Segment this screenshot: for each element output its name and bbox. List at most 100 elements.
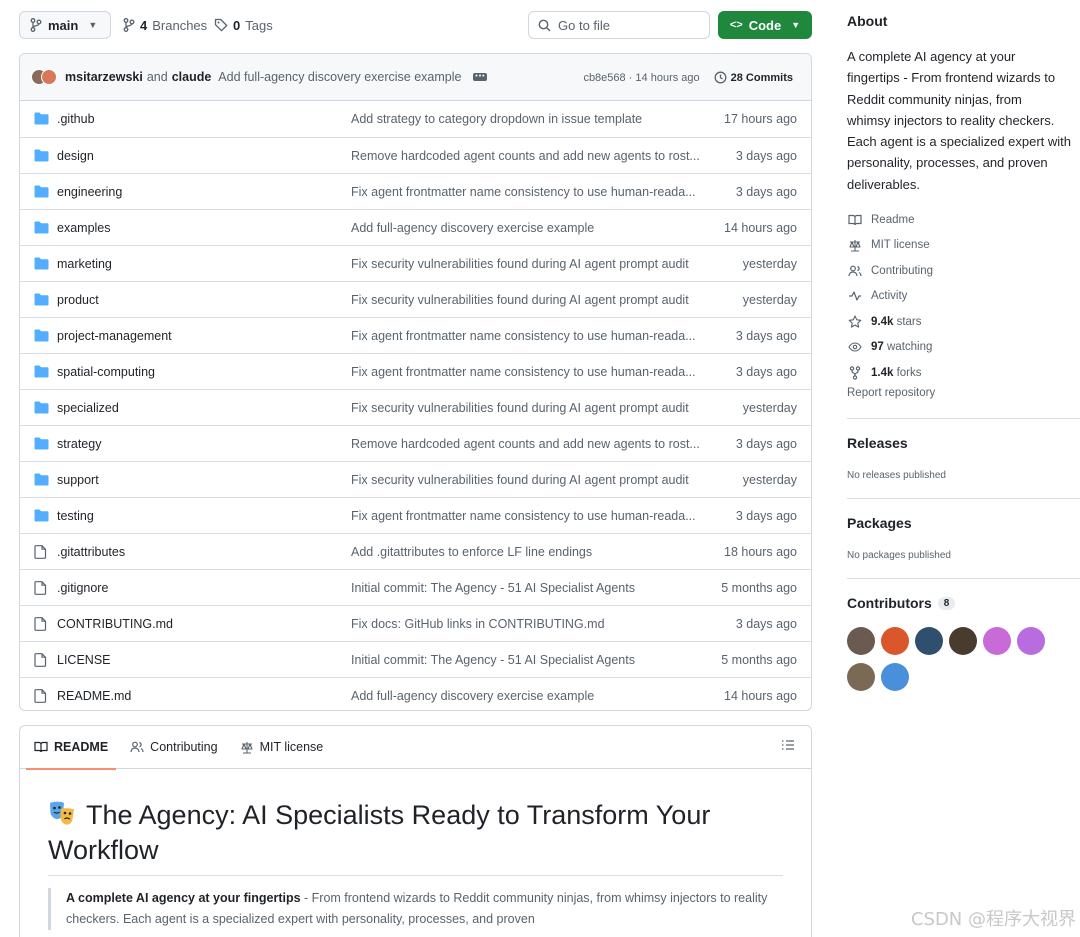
go-to-file-input[interactable]: Go to file xyxy=(528,11,710,39)
file-commit-time: 3 days ago xyxy=(735,184,797,199)
file-commit-message[interactable]: Fix security vulnerabilities found durin… xyxy=(351,401,689,415)
file-commit-message[interactable]: Fix security vulnerabilities found durin… xyxy=(351,257,689,271)
file-icon xyxy=(34,545,47,562)
table-row[interactable]: README.md Add full-agency discovery exerc… xyxy=(20,677,811,710)
contributing-link[interactable]: Contributing xyxy=(847,258,933,284)
commits-link[interactable]: 28 Commits xyxy=(714,71,793,84)
file-name[interactable]: .gitattributes xyxy=(57,545,125,559)
branch-icon xyxy=(30,18,42,32)
file-commit-message[interactable]: Initial commit: The Agency - 51 AI Speci… xyxy=(351,581,635,595)
file-name[interactable]: LICENSE xyxy=(57,653,111,667)
file-commit-message[interactable]: Fix security vulnerabilities found durin… xyxy=(351,473,689,487)
file-name[interactable]: CONTRIBUTING.md xyxy=(57,617,173,631)
file-commit-message[interactable]: Fix security vulnerabilities found durin… xyxy=(351,293,689,307)
file-name[interactable]: examples xyxy=(57,221,111,235)
file-name[interactable]: strategy xyxy=(57,437,101,451)
packages-heading[interactable]: Packages xyxy=(847,515,912,531)
contributor-avatar[interactable] xyxy=(847,627,875,655)
commit-author-1[interactable]: msitarzewski xyxy=(65,70,143,84)
folder-icon xyxy=(34,509,49,525)
activity-link[interactable]: Activity xyxy=(847,284,933,310)
contributor-avatar[interactable] xyxy=(915,627,943,655)
contributor-avatar[interactable] xyxy=(1017,627,1045,655)
contributor-avatar[interactable] xyxy=(949,627,977,655)
table-row[interactable]: LICENSE Initial commit: The Agency - 51 A… xyxy=(20,641,811,677)
table-row[interactable]: testing Fix agent frontmatter name consis… xyxy=(20,497,811,533)
releases-heading[interactable]: Releases xyxy=(847,435,908,451)
contributor-avatar[interactable] xyxy=(983,627,1011,655)
table-row[interactable]: strategy Remove hardcoded agent counts an… xyxy=(20,425,811,461)
table-row[interactable]: engineering Fix agent frontmatter name co… xyxy=(20,173,811,209)
file-name[interactable]: support xyxy=(57,473,99,487)
tags-label: Tags xyxy=(245,17,273,33)
file-name[interactable]: .gitignore xyxy=(57,581,108,595)
file-commit-message[interactable]: Add full-agency discovery exercise examp… xyxy=(351,221,594,235)
commit-expand-button[interactable]: ••• xyxy=(473,73,488,81)
contributor-avatar[interactable] xyxy=(847,663,875,691)
file-name[interactable]: README.md xyxy=(57,689,131,703)
commit-message[interactable]: Add full-agency discovery exercise examp… xyxy=(218,70,461,84)
table-row[interactable]: design Remove hardcoded agent counts and … xyxy=(20,137,811,173)
file-name[interactable]: marketing xyxy=(57,257,112,271)
about-description: A complete AI agency at your fingertips … xyxy=(847,46,1080,195)
table-row[interactable]: support Fix security vulnerabilities foun… xyxy=(20,461,811,497)
file-name[interactable]: .github xyxy=(57,112,95,126)
table-row[interactable]: marketing Fix security vulnerabilities fo… xyxy=(20,245,811,281)
file-commit-message[interactable]: Initial commit: The Agency - 51 AI Speci… xyxy=(351,653,635,667)
file-name[interactable]: engineering xyxy=(57,185,122,199)
outline-menu-icon[interactable] xyxy=(781,739,795,751)
commit-author-2[interactable]: claude xyxy=(172,70,212,84)
branch-selector-button[interactable]: main ▼ xyxy=(19,11,111,39)
stars-link[interactable]: 9.4k stars xyxy=(847,309,933,335)
sidebar-divider xyxy=(847,418,1080,419)
watching-count: 97 xyxy=(871,341,884,354)
tags-link[interactable]: 0 Tags xyxy=(214,11,273,39)
tab-readme[interactable]: README xyxy=(25,726,117,770)
report-repository-link[interactable]: Report repository xyxy=(847,387,935,399)
file-name[interactable]: spatial-computing xyxy=(57,365,155,379)
code-button[interactable]: <> Code ▼ xyxy=(718,11,812,39)
file-commit-message[interactable]: Add strategy to category dropdown in iss… xyxy=(351,112,642,126)
branches-link[interactable]: 4 Branches xyxy=(123,11,207,39)
license-link[interactable]: MIT license xyxy=(847,233,933,259)
table-row[interactable]: .gitignore Initial commit: The Agency - 5… xyxy=(20,569,811,605)
table-row[interactable]: product Fix security vulnerabilities foun… xyxy=(20,281,811,317)
file-commit-message[interactable]: Remove hardcoded agent counts and add ne… xyxy=(351,149,700,163)
law-icon xyxy=(241,741,253,754)
readme-link-label: Readme xyxy=(871,213,915,226)
folder-icon xyxy=(34,112,49,128)
file-name[interactable]: specialized xyxy=(57,401,119,415)
tab-license[interactable]: MIT license xyxy=(240,726,323,769)
file-name[interactable]: product xyxy=(57,293,99,307)
file-commit-message[interactable]: Fix agent frontmatter name consistency t… xyxy=(351,365,696,379)
contributor-avatar[interactable] xyxy=(881,627,909,655)
table-row[interactable]: .github Add strategy to category dropdown… xyxy=(20,101,811,137)
file-name[interactable]: design xyxy=(57,149,94,163)
file-commit-message[interactable]: Fix docs: GitHub links in CONTRIBUTING.m… xyxy=(351,617,605,631)
forks-count: 1.4k xyxy=(871,366,894,379)
readme-link[interactable]: Readme xyxy=(847,207,933,233)
watching-link[interactable]: 97 watching xyxy=(847,335,933,361)
file-commit-message[interactable]: Fix agent frontmatter name consistency t… xyxy=(351,509,696,523)
table-row[interactable]: spatial-computing Fix agent frontmatter n… xyxy=(20,353,811,389)
contributor-avatar[interactable] xyxy=(881,663,909,691)
file-commit-message[interactable]: Add .gitattributes to enforce LF line en… xyxy=(351,545,592,559)
avatar[interactable] xyxy=(41,69,57,85)
file-commit-message[interactable]: Add full-agency discovery exercise examp… xyxy=(351,689,594,703)
file-name[interactable]: testing xyxy=(57,509,94,523)
contributors-heading[interactable]: Contributors xyxy=(847,595,932,611)
commit-sha-time[interactable]: cb8e568 · 14 hours ago xyxy=(583,72,699,84)
table-row[interactable]: specialized Fix security vulnerabilities … xyxy=(20,389,811,425)
table-row[interactable]: project-management Fix agent frontmatter … xyxy=(20,317,811,353)
file-name[interactable]: project-management xyxy=(57,329,172,343)
table-row[interactable]: CONTRIBUTING.md Fix docs: GitHub links in… xyxy=(20,605,811,641)
forks-link[interactable]: 1.4k forks xyxy=(847,360,933,386)
file-commit-message[interactable]: Remove hardcoded agent counts and add ne… xyxy=(351,437,700,451)
watermark: CSDN @程序大视界 xyxy=(910,909,1076,930)
table-row[interactable]: examples Add full-agency discovery exerci… xyxy=(20,209,811,245)
file-commit-message[interactable]: Fix agent frontmatter name consistency t… xyxy=(351,329,696,343)
table-row[interactable]: .gitattributes Add .gitattributes to enfo… xyxy=(20,533,811,569)
repo-toolbar: main ▼ 4 Branches 0 Tags Go to file <> C… xyxy=(19,11,812,39)
tab-contributing[interactable]: Contributing xyxy=(130,726,218,769)
file-commit-message[interactable]: Fix agent frontmatter name consistency t… xyxy=(351,185,696,199)
